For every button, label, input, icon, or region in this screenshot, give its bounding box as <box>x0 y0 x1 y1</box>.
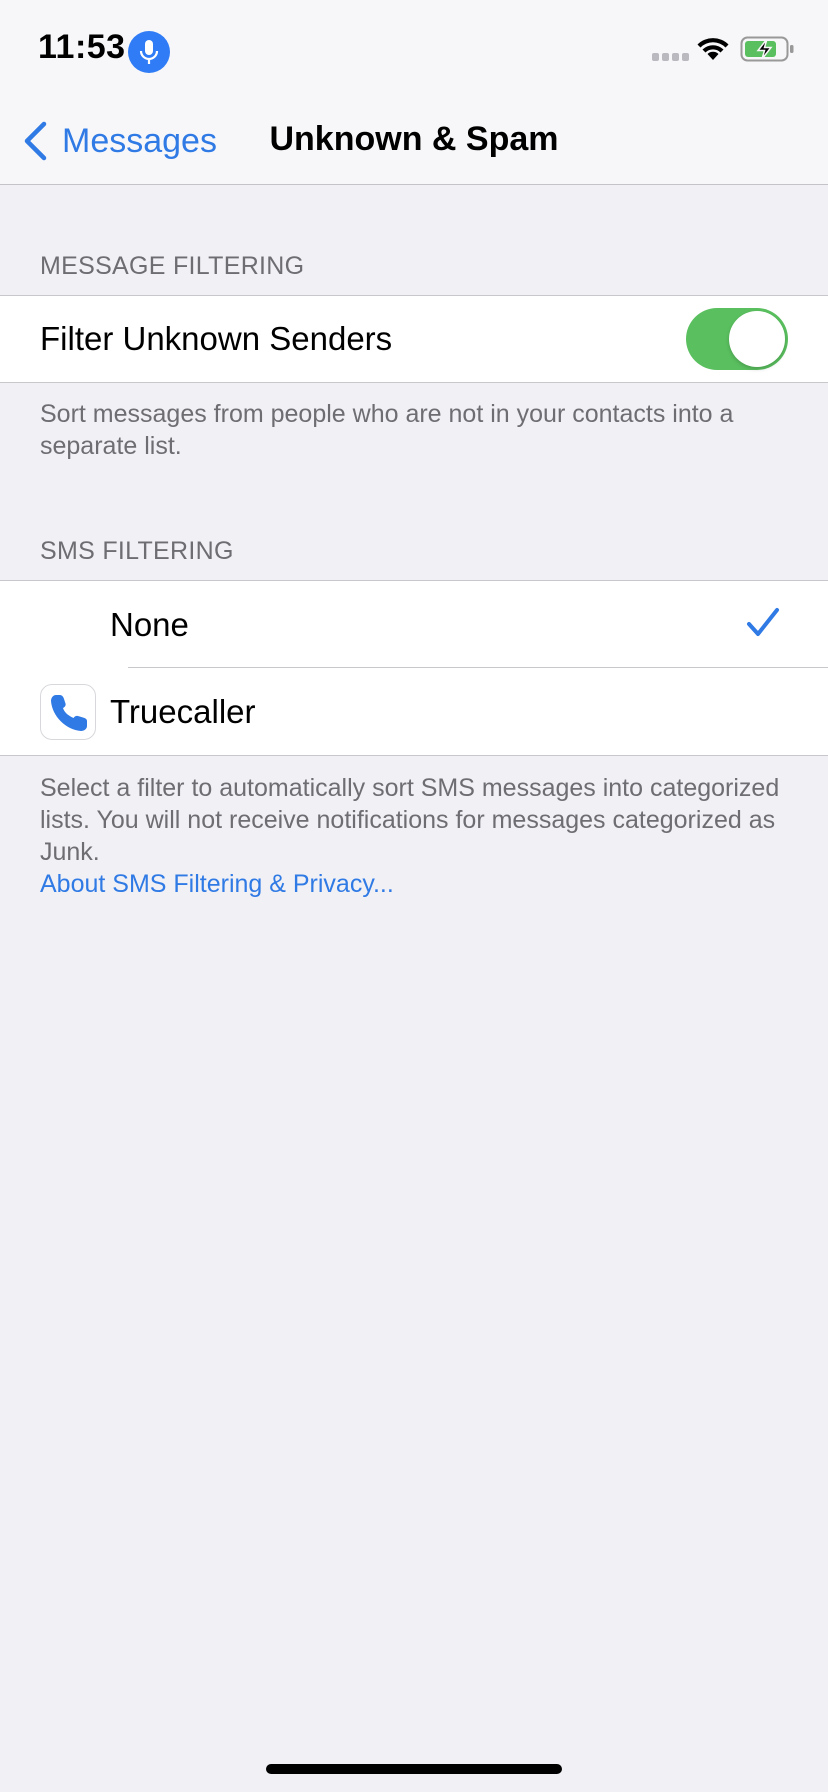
back-button[interactable]: Messages <box>22 118 217 164</box>
toggle-knob <box>729 311 785 367</box>
section-header-sms-filtering: SMS FILTERING <box>40 537 234 565</box>
checkmark-icon <box>747 608 779 636</box>
filter-unknown-senders-row: Filter Unknown Senders <box>0 296 828 382</box>
back-label: Messages <box>62 121 217 160</box>
message-filtering-group: Filter Unknown Senders <box>0 295 828 383</box>
microphone-icon <box>128 31 170 73</box>
status-bar: 11:53 <box>0 0 828 100</box>
sms-filtering-footer: Select a filter to automatically sort SM… <box>40 772 790 900</box>
about-sms-filtering-link[interactable]: About SMS Filtering & Privacy... <box>40 868 790 900</box>
option-label: None <box>110 606 189 643</box>
status-time: 11:53 <box>38 28 126 66</box>
navigation-bar: Unknown & Spam Messages <box>0 100 828 185</box>
filter-unknown-senders-toggle[interactable] <box>686 308 788 370</box>
section-header-message-filtering: MESSAGE FILTERING <box>40 252 305 280</box>
truecaller-app-icon <box>40 684 96 740</box>
sms-filter-option-truecaller[interactable]: Truecaller <box>0 668 828 755</box>
filter-unknown-senders-label: Filter Unknown Senders <box>40 320 393 357</box>
home-indicator <box>266 1764 562 1774</box>
phone-icon <box>51 695 87 731</box>
wifi-icon <box>697 38 729 60</box>
sms-filtering-group: None Truecaller <box>0 580 828 756</box>
battery-charging-icon <box>740 36 794 62</box>
sms-filter-option-none[interactable]: None <box>0 581 828 668</box>
chevron-left-icon <box>24 121 47 161</box>
message-filtering-footer: Sort messages from people who are not in… <box>40 400 734 460</box>
sms-filtering-footer-text: Select a filter to automatically sort SM… <box>40 774 780 866</box>
option-label: Truecaller <box>110 693 256 730</box>
cellular-signal-icon <box>652 53 690 61</box>
